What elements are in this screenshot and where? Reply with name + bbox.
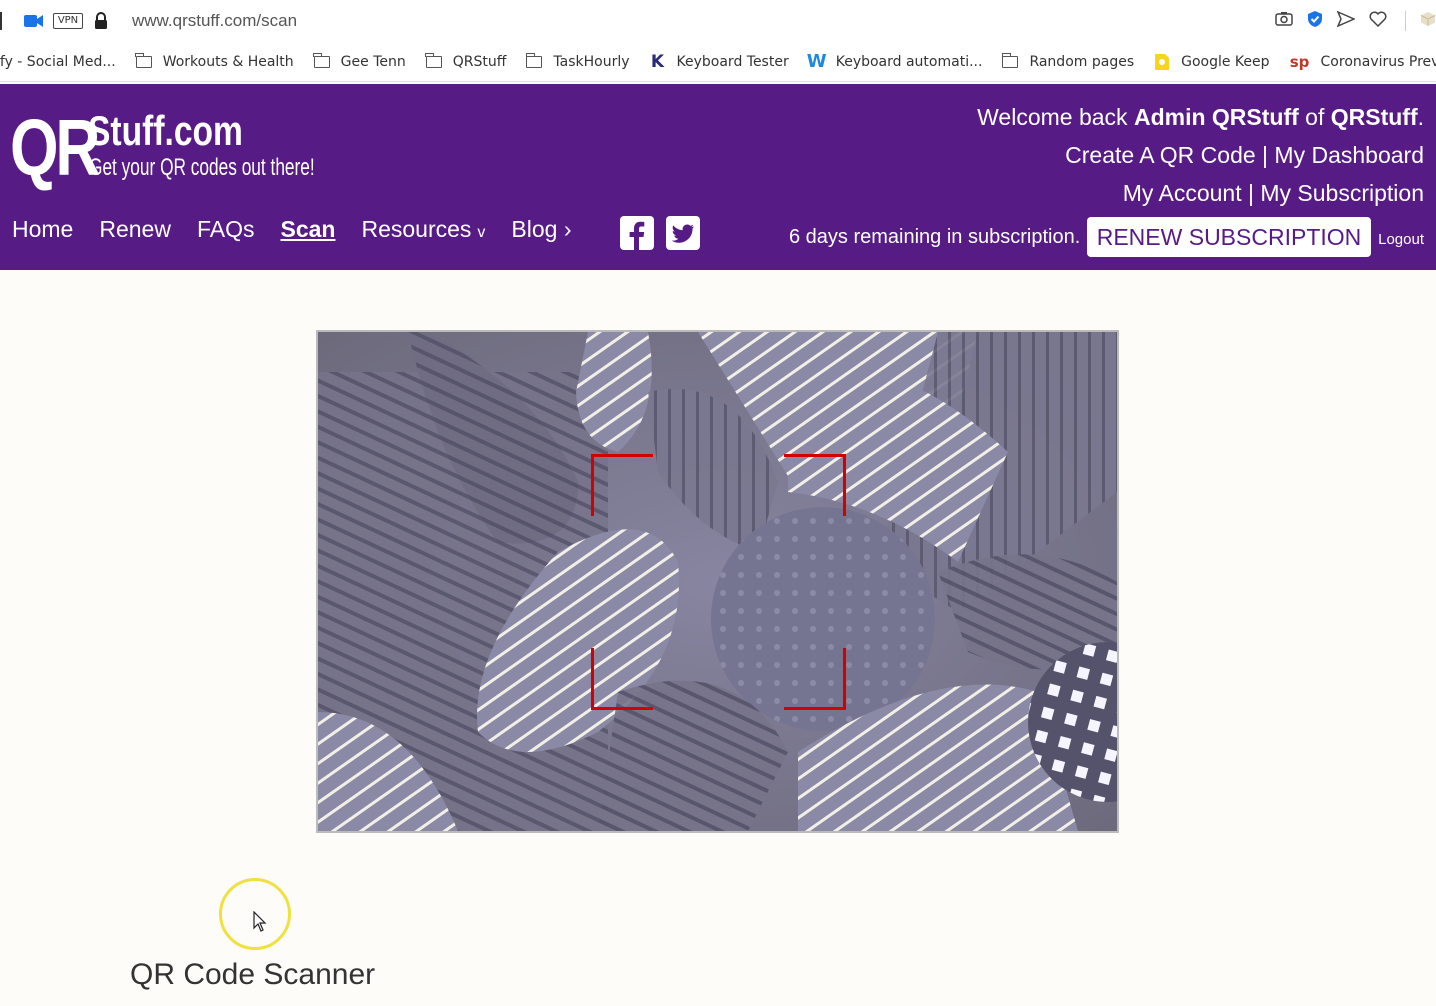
video-camera-icon[interactable] [24, 14, 44, 28]
main-nav: Home Renew FAQs Scan Resources v Blog › [12, 216, 598, 243]
nav-resources-label: Resources [361, 216, 472, 242]
shield-check-icon[interactable] [1307, 10, 1323, 33]
bookmark-label: Gee Tenn [340, 53, 406, 70]
bookmark-item[interactable]: ify - Social Med... [0, 54, 116, 70]
my-subscription-link[interactable]: My Subscription [1260, 180, 1424, 206]
bookmark-label: Google Keep [1181, 53, 1270, 70]
sp-logo-icon: sp [1289, 52, 1310, 71]
bookmark-label: TaskHourly [553, 53, 630, 70]
bookmark-item[interactable]: sp Coronavirus Preven... [1289, 52, 1436, 71]
nav-home[interactable]: Home [12, 216, 73, 243]
bookmark-item[interactable]: Gee Tenn [313, 52, 406, 70]
folder-icon [1001, 52, 1019, 70]
subscription-days-remaining: 6 days remaining in subscription. [789, 226, 1081, 248]
bookmark-item[interactable]: W Keyboard automati... [806, 51, 983, 72]
nav-scan[interactable]: Scan [280, 216, 335, 243]
keep-icon [1153, 53, 1171, 70]
bookmark-item[interactable]: QRStuff [425, 52, 507, 70]
twitter-icon[interactable] [666, 216, 700, 250]
account-panel: Welcome back Admin QRStuff of QRStuff. C… [977, 98, 1424, 212]
bookmarks-bar: ify - Social Med... Workouts & Health Ge… [0, 42, 1436, 82]
nav-blog[interactable]: Blog › [511, 216, 571, 243]
account-links-row-1: Create A QR Code | My Dashboard [977, 136, 1424, 174]
toolbar-actions [1261, 10, 1436, 32]
bookmark-item[interactable]: Google Keep [1153, 53, 1270, 70]
welcome-of: of [1298, 104, 1331, 130]
bookmark-item[interactable]: Random pages [1001, 52, 1135, 70]
folder-icon [135, 52, 153, 70]
organization-name: QRStuff [1330, 104, 1418, 130]
folder-icon [425, 52, 443, 70]
scan-frame-corner-top-left [591, 454, 653, 516]
bookmark-item[interactable]: K Keyboard Tester [649, 51, 789, 72]
page-title: QR Code Scanner [130, 958, 376, 991]
link-separator: | [1241, 180, 1261, 206]
bookmark-label: ify - Social Med... [0, 53, 116, 70]
nav-faqs[interactable]: FAQs [197, 216, 255, 243]
camera-snapshot-icon[interactable] [1275, 11, 1293, 31]
renew-subscription-button[interactable]: RENEW SUBSCRIPTION [1087, 217, 1371, 257]
my-account-link[interactable]: My Account [1123, 180, 1242, 206]
logo-name-text: Stuff.com [88, 107, 243, 154]
welcome-suffix: . [1417, 104, 1424, 130]
logo-tagline: Get your QR codes out there! [89, 154, 315, 181]
k-logo-icon: K [650, 51, 665, 72]
bookmark-label: Workouts & Health [162, 53, 294, 70]
vpn-badge[interactable]: VPN [53, 13, 83, 29]
mouse-pointer-icon [253, 911, 267, 932]
nav-renew[interactable]: Renew [99, 216, 171, 243]
bookmark-label: Keyboard automati... [835, 53, 983, 70]
heart-icon[interactable] [1369, 11, 1387, 32]
bookmark-item[interactable]: Workouts & Health [135, 52, 294, 70]
address-bar-url[interactable]: www.qrstuff.com/scan [132, 11, 297, 31]
nav-resources[interactable]: Resources v [361, 216, 485, 243]
my-dashboard-link[interactable]: My Dashboard [1274, 142, 1424, 168]
qr-camera-viewport[interactable] [316, 330, 1119, 833]
create-qr-code-link[interactable]: Create A QR Code [1065, 142, 1256, 168]
w-logo-icon: W [806, 51, 827, 72]
window-edge [0, 12, 2, 30]
browser-toolbar: VPN www.qrstuff.com/scan [0, 0, 1436, 42]
bookmark-label: Keyboard Tester [676, 53, 789, 70]
bookmark-label: Random pages [1029, 53, 1135, 70]
chevron-down-icon: v [477, 224, 486, 241]
scan-frame-corner-bottom-left [591, 648, 653, 710]
bookmark-label: Coronavirus Preven... [1320, 53, 1436, 70]
logo-qr-text: QR [10, 103, 100, 192]
folder-icon [313, 52, 331, 70]
extension-cube-icon[interactable] [1420, 11, 1436, 32]
social-links [620, 216, 712, 250]
toolbar-divider [1405, 11, 1406, 31]
folder-icon [525, 52, 543, 70]
welcome-prefix: Welcome back [977, 104, 1134, 130]
lock-icon[interactable] [93, 12, 109, 30]
logout-link[interactable]: Logout [1378, 231, 1424, 248]
bookmark-label: QRStuff [452, 53, 507, 70]
scan-frame-corner-bottom-right [784, 648, 846, 710]
send-icon[interactable] [1336, 10, 1356, 32]
user-name: Admin QRStuff [1133, 104, 1299, 130]
facebook-icon[interactable] [620, 216, 654, 250]
site-header: QR Stuff.com Get your QR codes out there… [0, 84, 1436, 270]
camera-feed-image [318, 332, 1117, 831]
scan-frame-corner-top-right [784, 454, 846, 516]
welcome-line: Welcome back Admin QRStuff of QRStuff. [977, 98, 1424, 136]
account-links-row-2: My Account | My Subscription [977, 174, 1424, 212]
bookmark-item[interactable]: TaskHourly [525, 52, 630, 70]
link-separator: | [1255, 142, 1275, 168]
